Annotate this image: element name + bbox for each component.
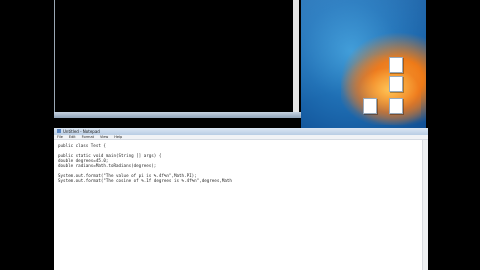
desktop-file-icon[interactable] [357, 98, 383, 114]
background-left [0, 0, 54, 270]
desktop-wallpaper [301, 0, 426, 128]
menu-help[interactable]: Help [114, 135, 122, 139]
background-right [428, 0, 480, 270]
menu-format[interactable]: Format [82, 135, 94, 139]
window-title: Untitled - Notepad [63, 129, 100, 134]
console-scrollbar[interactable] [293, 0, 299, 112]
menu-edit[interactable]: Edit [69, 135, 76, 139]
menu-bar: File Edit Format View Help [54, 135, 428, 140]
desktop-file-icon[interactable] [383, 98, 409, 114]
document-icon [389, 98, 403, 114]
menu-view[interactable]: View [100, 135, 108, 139]
notepad-titlebar[interactable]: Untitled - Notepad [54, 128, 428, 135]
notepad-window[interactable]: Untitled - Notepad File Edit Format View… [54, 128, 428, 270]
desktop-file-icon[interactable] [383, 76, 409, 92]
document-icon [363, 98, 377, 114]
code-line: System.out.format("The cosine of %.1f de… [58, 178, 232, 183]
document-icon [389, 76, 403, 92]
notepad-icon [57, 129, 61, 133]
console-window[interactable] [54, 0, 303, 118]
menu-file[interactable]: File [57, 135, 63, 139]
text-editor[interactable]: public class Test { public static void m… [58, 143, 418, 183]
desktop-file-icon[interactable] [383, 57, 409, 73]
document-icon [389, 57, 403, 73]
screen: Untitled - Notepad File Edit Format View… [0, 0, 480, 270]
console-window-border [54, 112, 301, 118]
